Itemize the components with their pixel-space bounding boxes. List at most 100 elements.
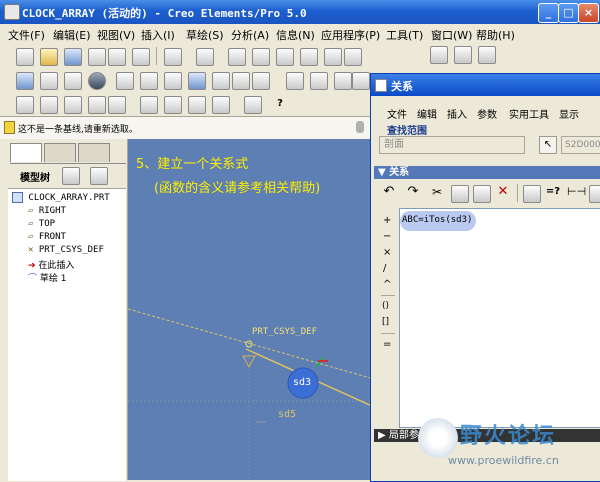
- open-folder-icon[interactable]: [40, 48, 58, 66]
- menu-tools[interactable]: 工具(T): [386, 27, 423, 43]
- datum-display-icon[interactable]: [40, 72, 58, 90]
- vertex-icon[interactable]: [188, 96, 206, 114]
- sketch-tool-icon[interactable]: [108, 96, 126, 114]
- extra-tool-3-icon[interactable]: [478, 46, 496, 64]
- redo-icon[interactable]: ↷: [405, 184, 421, 200]
- evaluate-icon[interactable]: =?: [545, 184, 561, 200]
- select-box-icon[interactable]: [344, 48, 362, 66]
- cut-icon[interactable]: [228, 48, 246, 66]
- minimize-button[interactable]: _: [538, 3, 559, 23]
- datum-axis-icon[interactable]: [40, 96, 58, 114]
- op-minus-button[interactable]: −: [383, 231, 391, 242]
- shading-icon[interactable]: [88, 72, 106, 90]
- sketch-icon[interactable]: [16, 72, 34, 90]
- tab-model-tree[interactable]: [10, 143, 42, 162]
- op-power-button[interactable]: ^: [383, 279, 391, 290]
- tree-item-part[interactable]: CLOCK_ARRAY.PRT: [12, 192, 110, 203]
- paste-special-icon[interactable]: [300, 48, 318, 66]
- dialog-menu-parameters[interactable]: 参数: [477, 106, 497, 121]
- tree-settings-icon[interactable]: [62, 167, 80, 185]
- reorient-icon[interactable]: [188, 72, 206, 90]
- menu-window[interactable]: 窗口(W): [431, 27, 472, 43]
- zoom-in-icon[interactable]: [116, 72, 134, 90]
- zoom-out-icon[interactable]: [140, 72, 158, 90]
- op-plus-button[interactable]: +: [383, 215, 391, 226]
- maximize-button[interactable]: □: [558, 3, 579, 23]
- layers-icon[interactable]: [232, 72, 250, 90]
- dimension-sd5[interactable]: sd5: [278, 409, 296, 420]
- menu-info[interactable]: 信息(N): [276, 27, 315, 43]
- constraint-icon[interactable]: [164, 96, 182, 114]
- datum-point-icon[interactable]: [64, 96, 82, 114]
- dialog-menu-file[interactable]: 文件: [387, 106, 407, 121]
- op-equals-button[interactable]: =: [383, 339, 391, 350]
- tree-filter-icon[interactable]: [90, 167, 108, 185]
- sort-icon[interactable]: [589, 185, 600, 203]
- relation-line[interactable]: ABC=iTos(sd3): [402, 215, 472, 225]
- tree-item-insert-here[interactable]: ➔ 在此插入: [28, 258, 74, 271]
- tree-item-right[interactable]: ▱ RIGHT: [28, 206, 66, 216]
- regenerate-icon[interactable]: [324, 48, 342, 66]
- op-divide-button[interactable]: /: [383, 263, 386, 274]
- tree-item-sketch1[interactable]: ⌒ 草绘 1: [28, 271, 66, 284]
- print-icon[interactable]: [88, 48, 106, 66]
- paste-icon[interactable]: [473, 185, 491, 203]
- copy-icon[interactable]: [252, 48, 270, 66]
- dialog-menu-insert[interactable]: 插入: [447, 106, 467, 121]
- undo-icon[interactable]: [164, 48, 182, 66]
- wireframe-icon[interactable]: [286, 72, 304, 90]
- dialog-menu-display[interactable]: 显示: [559, 106, 579, 121]
- saved-views-icon[interactable]: [212, 72, 230, 90]
- op-parentheses-button[interactable]: (): [382, 301, 389, 311]
- menu-sketch[interactable]: 草绘(S): [186, 27, 224, 43]
- shaded-mode-icon[interactable]: [352, 72, 370, 90]
- copy-settings-icon[interactable]: [132, 48, 150, 66]
- switch-symbols-icon[interactable]: [523, 185, 541, 203]
- menu-analysis[interactable]: 分析(A): [231, 27, 269, 43]
- tree-item-csys[interactable]: ✕ PRT_CSYS_DEF: [28, 245, 104, 255]
- context-help-icon[interactable]: ?: [272, 96, 288, 112]
- scope-type-select[interactable]: 剖面: [379, 136, 525, 154]
- units-icon[interactable]: ⊢⊣: [567, 184, 586, 200]
- dialog-menu-utilities[interactable]: 实用工具: [509, 106, 549, 121]
- datum-plane-icon[interactable]: [16, 96, 34, 114]
- check-icon[interactable]: [212, 96, 230, 114]
- tree-item-top[interactable]: ▱ TOP: [28, 219, 55, 229]
- relations-editor[interactable]: ABC=iTos(sd3): [399, 208, 600, 428]
- menu-insert[interactable]: 插入(I): [141, 27, 175, 43]
- tree-item-front[interactable]: ▱ FRONT: [28, 232, 66, 242]
- analysis-icon[interactable]: [244, 96, 262, 114]
- dimension-icon[interactable]: [140, 96, 158, 114]
- redo-icon[interactable]: [196, 48, 214, 66]
- tab-favorites[interactable]: [78, 143, 110, 162]
- op-brackets-button[interactable]: []: [382, 317, 389, 327]
- tab-folder-browser[interactable]: [44, 143, 76, 162]
- email-icon[interactable]: [108, 48, 126, 66]
- refit-icon[interactable]: [164, 72, 182, 90]
- relations-section-header[interactable]: ▼ 关系: [374, 166, 600, 179]
- delete-icon[interactable]: ✕: [495, 184, 511, 200]
- copy-icon[interactable]: [451, 185, 469, 203]
- extra-tool-1-icon[interactable]: [430, 46, 448, 64]
- close-button[interactable]: ×: [578, 3, 599, 23]
- menu-file[interactable]: 文件(F): [8, 27, 45, 43]
- grid-icon[interactable]: [88, 96, 106, 114]
- view-manager-icon[interactable]: [252, 72, 270, 90]
- menu-edit[interactable]: 编辑(E): [53, 27, 91, 43]
- menu-applications[interactable]: 应用程序(P): [321, 27, 380, 43]
- extra-tool-2-icon[interactable]: [454, 46, 472, 64]
- select-arrow-button[interactable]: ↖: [539, 136, 557, 154]
- graphics-window[interactable]: 5、建立一个关系式 (函数的含义请参考相关帮助) PRT_CSYS_DEF sd…: [128, 139, 374, 480]
- cut-icon[interactable]: ✂: [429, 184, 445, 200]
- spin-center-icon[interactable]: [64, 72, 82, 90]
- scope-id-field[interactable]: S2D0002: [561, 136, 600, 154]
- menu-help[interactable]: 帮助(H): [476, 27, 515, 43]
- save-icon[interactable]: [64, 48, 82, 66]
- new-file-icon[interactable]: [16, 48, 34, 66]
- op-multiply-button[interactable]: ×: [383, 247, 391, 258]
- menu-view[interactable]: 视图(V): [97, 27, 135, 43]
- undo-icon[interactable]: ↶: [381, 184, 397, 200]
- dimension-sd3[interactable]: sd3: [293, 377, 311, 388]
- no-hidden-icon[interactable]: [334, 72, 352, 90]
- hidden-line-icon[interactable]: [310, 72, 328, 90]
